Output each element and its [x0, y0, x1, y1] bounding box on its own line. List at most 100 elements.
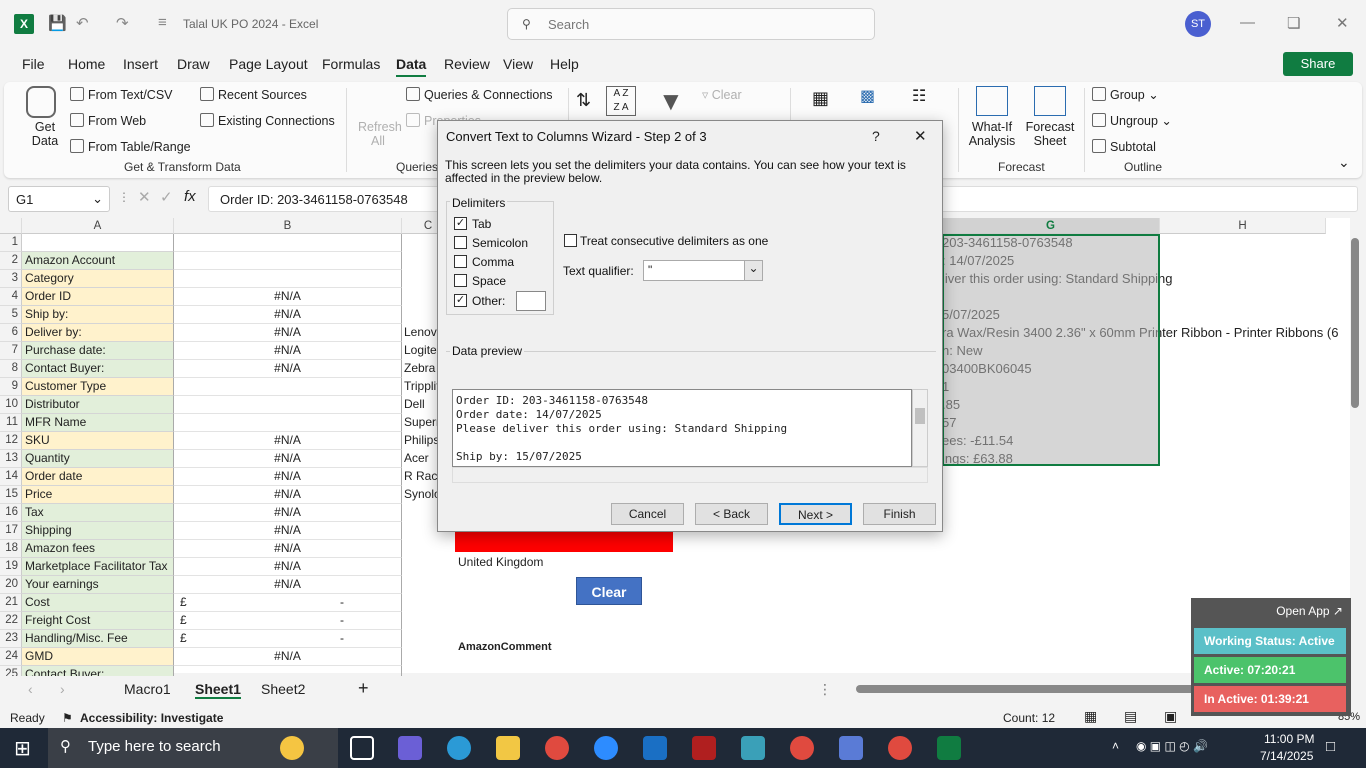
cell-a[interactable]: Shipping: [22, 522, 174, 540]
cell-g[interactable]: [942, 288, 1352, 306]
cell-c[interactable]: [402, 648, 455, 666]
close-icon[interactable]: ✕: [1336, 14, 1349, 32]
cell-c[interactable]: [402, 594, 455, 612]
row-header[interactable]: 17: [0, 522, 22, 540]
cell-b[interactable]: [174, 234, 402, 252]
page-layout-icon[interactable]: ▤: [1124, 708, 1137, 725]
recent-sources-button[interactable]: Recent Sources: [200, 87, 307, 102]
cell-g[interactable]: [942, 540, 1352, 558]
cell-a[interactable]: Ship by:: [22, 306, 174, 324]
chrome-profile2-icon[interactable]: [888, 736, 912, 760]
row-header[interactable]: 6: [0, 324, 22, 342]
row-header[interactable]: 11: [0, 414, 22, 432]
cell-a[interactable]: Customer Type: [22, 378, 174, 396]
row-header[interactable]: 23: [0, 630, 22, 648]
cell-a[interactable]: Freight Cost: [22, 612, 174, 630]
restore-icon[interactable]: ❏: [1287, 14, 1300, 32]
cell-b[interactable]: #N/A: [174, 504, 402, 522]
tab-view[interactable]: View: [503, 56, 533, 72]
column-header-b[interactable]: B: [174, 218, 402, 234]
prev-sheet-icon[interactable]: ‹: [28, 681, 33, 697]
cell-a[interactable]: Order ID: [22, 288, 174, 306]
cell-a[interactable]: GMD: [22, 648, 174, 666]
tab-page-layout[interactable]: Page Layout: [229, 56, 308, 72]
cell-g[interactable]: [942, 504, 1352, 522]
cell-b[interactable]: [174, 378, 402, 396]
cell-b[interactable]: #N/A: [174, 468, 402, 486]
cell-b[interactable]: #N/A: [174, 522, 402, 540]
what-if-analysis-button[interactable]: What-If Analysis: [964, 120, 1020, 148]
cell-a[interactable]: Contact Buyer:: [22, 360, 174, 378]
row-header[interactable]: 14: [0, 468, 22, 486]
cell-g[interactable]: 1: [942, 378, 1352, 396]
sort-icon[interactable]: A ZZ A: [606, 86, 636, 116]
cell-a[interactable]: Price: [22, 486, 174, 504]
qualifier-select[interactable]: " ⌄: [643, 260, 763, 281]
cell-b[interactable]: [174, 396, 402, 414]
cell-a[interactable]: Tax: [22, 504, 174, 522]
cell-g[interactable]: [942, 558, 1352, 576]
row-header[interactable]: 19: [0, 558, 22, 576]
group-button[interactable]: Group ⌄: [1092, 87, 1159, 102]
cell-a[interactable]: Purchase date:: [22, 342, 174, 360]
tab-sheet1[interactable]: Sheet1: [195, 681, 241, 699]
finish-button[interactable]: Finish: [863, 503, 936, 525]
help-icon[interactable]: ?: [872, 128, 880, 144]
row-header[interactable]: 16: [0, 504, 22, 522]
row-header[interactable]: 5: [0, 306, 22, 324]
confirm-edit-icon[interactable]: ✓: [160, 188, 173, 206]
share-button[interactable]: Share: [1283, 52, 1353, 76]
country-cell[interactable]: United Kingdom: [458, 555, 543, 569]
cell-a[interactable]: Your earnings: [22, 576, 174, 594]
filezilla-icon[interactable]: [692, 736, 716, 760]
column-header-g[interactable]: G: [942, 218, 1160, 234]
tray-icons[interactable]: ◉ ▣ ◫ ◴ 🔊: [1136, 739, 1208, 753]
cell-c[interactable]: [402, 540, 455, 558]
data-preview[interactable]: Order ID: 203-3461158-0763548 Order date…: [452, 389, 912, 467]
next-button[interactable]: Next >: [779, 503, 852, 525]
chrome-icon[interactable]: [545, 736, 569, 760]
cell-b[interactable]: #N/A: [174, 648, 402, 666]
row-header[interactable]: 9: [0, 378, 22, 396]
cell-a[interactable]: Handling/Misc. Fee: [22, 630, 174, 648]
row-header[interactable]: 18: [0, 540, 22, 558]
cell-b[interactable]: #N/A: [174, 324, 402, 342]
cell-b[interactable]: #N/A: [174, 486, 402, 504]
tab-formulas[interactable]: Formulas: [322, 56, 380, 72]
cell-a[interactable]: [22, 234, 174, 252]
open-app-link[interactable]: Open App ↗: [1276, 604, 1343, 618]
tab-review[interactable]: Review: [444, 56, 490, 72]
space-checkbox[interactable]: [454, 274, 467, 287]
from-table-range-button[interactable]: From Table/Range: [70, 139, 191, 154]
cancel-edit-icon[interactable]: ✕: [138, 188, 151, 206]
tab-sheet2[interactable]: Sheet2: [261, 681, 305, 697]
name-box[interactable]: G1 ⌄: [8, 186, 110, 212]
cell-a[interactable]: MFR Name: [22, 414, 174, 432]
add-sheet-icon[interactable]: +: [358, 678, 369, 699]
cell-g[interactable]: liver this order using: Standard Shippin…: [942, 270, 1352, 288]
forecast-icon[interactable]: [1034, 86, 1066, 116]
tab-help[interactable]: Help: [550, 56, 579, 72]
cell-b[interactable]: £ -: [174, 612, 402, 630]
cell-g[interactable]: 57: [942, 414, 1352, 432]
minimize-icon[interactable]: —: [1240, 14, 1255, 31]
excel-taskbar-icon[interactable]: [937, 736, 961, 760]
cell-b[interactable]: [174, 252, 402, 270]
cell-b[interactable]: [174, 414, 402, 432]
scroll-thumb[interactable]: [1351, 238, 1359, 408]
tab-data[interactable]: Data: [396, 56, 427, 77]
cell-a[interactable]: Amazon Account: [22, 252, 174, 270]
vertical-scrollbar[interactable]: [1350, 234, 1360, 674]
cell-g[interactable]: 03400BK06045: [942, 360, 1352, 378]
subtotal-button[interactable]: Subtotal: [1092, 139, 1156, 154]
cell-g[interactable]: [942, 522, 1352, 540]
tab-macro1[interactable]: Macro1: [124, 681, 171, 697]
row-header[interactable]: 13: [0, 450, 22, 468]
cell-c[interactable]: [402, 558, 455, 576]
column-header-h[interactable]: H: [1160, 218, 1326, 234]
cell-b[interactable]: £ -: [174, 594, 402, 612]
data-validation-icon[interactable]: ☷: [912, 86, 926, 106]
what-if-icon[interactable]: [976, 86, 1008, 116]
zoom-icon[interactable]: [594, 736, 618, 760]
next-sheet-icon[interactable]: ›: [60, 681, 65, 697]
